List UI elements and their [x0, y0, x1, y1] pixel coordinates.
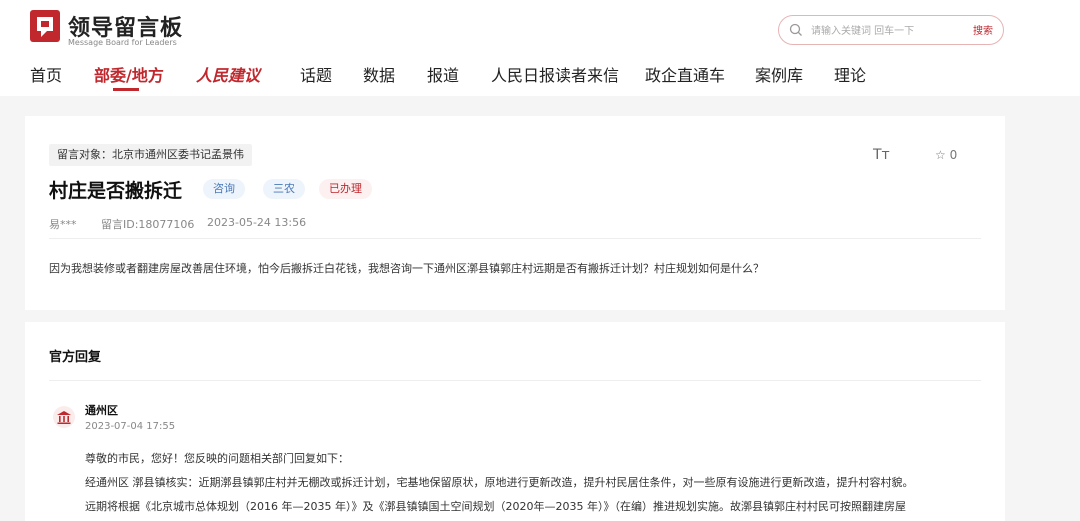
favorite-button[interactable]: ☆ 0 — [935, 148, 957, 162]
message-target: 留言对象：北京市通州区委书记孟景伟 — [49, 144, 252, 166]
nav-item-reports[interactable]: 报道 — [427, 62, 459, 86]
message-id: 留言ID:18077106 — [101, 218, 195, 231]
status-badge: 已办理 — [319, 179, 372, 199]
site-logo[interactable]: 领导留言板 Message Board for Leaders — [30, 10, 190, 47]
reply-date: 2023-07-04 17:55 — [85, 421, 176, 432]
message-title: 村庄是否搬拆迁 — [49, 180, 183, 202]
search-icon — [789, 23, 802, 36]
tag-agriculture[interactable]: 三农 — [263, 179, 305, 199]
divider — [49, 238, 981, 239]
tag-consult[interactable]: 咨询 — [203, 179, 245, 199]
logo-subtitle: Message Board for Leaders — [68, 38, 177, 47]
section-title: 官方回复 — [49, 350, 102, 365]
reply-line: 经通州区 漷县镇核实：近期漷县镇郭庄村并无棚改或拆迁计划，宅基地保留原状，原地进… — [85, 476, 914, 489]
nav-item-people-suggestions[interactable]: 人民建议 — [196, 62, 260, 86]
logo-mark-icon — [30, 10, 60, 42]
font-size-icon[interactable]: Tт — [873, 147, 890, 163]
message-author: 易*** — [49, 218, 77, 231]
search-box: 搜索 — [778, 15, 1004, 45]
site-header: 领导留言板 Message Board for Leaders 搜索 首页 部委… — [0, 0, 1080, 96]
nav-active-indicator — [113, 88, 139, 91]
nav-item-data[interactable]: 数据 — [363, 62, 395, 86]
main-nav: 首页 部委/地方 人民建议 话题 数据 报道 人民日报读者来信 政企直通车 案例… — [0, 60, 1080, 96]
search-button[interactable]: 搜索 — [973, 22, 993, 37]
message-datetime: 2023-05-24 13:56 — [207, 216, 307, 229]
message-card: 留言对象：北京市通州区委书记孟景伟 Tт ☆ 0 村庄是否搬拆迁 咨询 三农 已… — [25, 116, 1005, 310]
nav-item-topics[interactable]: 话题 — [300, 62, 332, 86]
nav-item-theory[interactable]: 理论 — [834, 62, 866, 86]
nav-item-home[interactable]: 首页 — [30, 62, 62, 86]
divider — [49, 380, 981, 381]
government-building-icon — [53, 406, 75, 428]
nav-item-gov-enterprise[interactable]: 政企直通车 — [645, 62, 725, 86]
message-content: 因为我想装修或者翻建房屋改善居住环境，怕今后搬拆迁白花钱，我想咨询一下通州区漷县… — [49, 262, 764, 275]
reply-department: 通州区 — [85, 404, 118, 417]
reply-line: 尊敬的市民，您好！您反映的问题相关部门回复如下： — [85, 452, 349, 465]
nav-item-case-library[interactable]: 案例库 — [755, 62, 803, 86]
official-reply-card: 官方回复 通州区 2023-07-04 17:55 尊敬的市民，您好！您反映的问… — [25, 322, 1005, 521]
search-input[interactable] — [809, 21, 953, 41]
nav-item-ministries-local[interactable]: 部委/地方 — [94, 62, 164, 86]
reply-line: 远期将根据《北京城市总体规划（2016 年—2035 年）》及《漷县镇镇国土空间… — [85, 500, 906, 513]
nav-item-reader-letters[interactable]: 人民日报读者来信 — [491, 62, 619, 86]
